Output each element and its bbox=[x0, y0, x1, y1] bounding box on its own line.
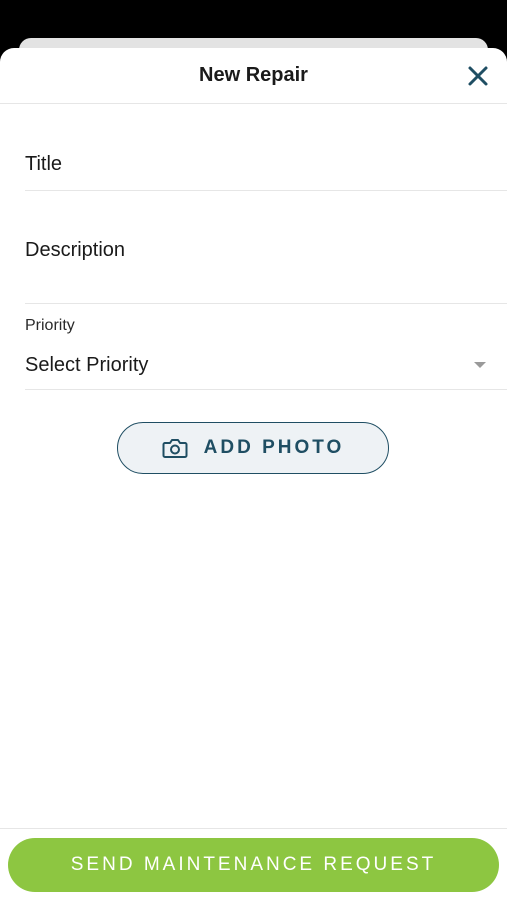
close-button[interactable] bbox=[465, 63, 491, 89]
page-title: New Repair bbox=[199, 64, 308, 86]
sheet-header: New Repair bbox=[0, 48, 507, 104]
send-button-label: SEND MAINTENANCE REQUEST bbox=[70, 854, 437, 875]
title-field[interactable]: Title bbox=[25, 104, 507, 191]
new-repair-sheet: New Repair Title Description Priority Se… bbox=[0, 48, 507, 900]
send-maintenance-request-button[interactable]: SEND MAINTENANCE REQUEST bbox=[8, 838, 499, 892]
description-field[interactable]: Description bbox=[25, 191, 507, 304]
sheet-footer: SEND MAINTENANCE REQUEST bbox=[0, 828, 507, 900]
priority-select[interactable]: Priority Select Priority bbox=[25, 304, 507, 390]
priority-selected-value[interactable]: Select Priority bbox=[25, 354, 148, 377]
description-input-placeholder[interactable]: Description bbox=[25, 239, 125, 262]
close-icon bbox=[468, 66, 488, 86]
add-photo-button[interactable]: ADD PHOTO bbox=[117, 422, 389, 474]
chevron-down-icon[interactable] bbox=[474, 362, 486, 368]
camera-icon bbox=[162, 437, 188, 459]
add-photo-label: ADD PHOTO bbox=[203, 437, 345, 458]
priority-label: Priority bbox=[25, 317, 75, 334]
title-input-placeholder[interactable]: Title bbox=[25, 153, 62, 176]
